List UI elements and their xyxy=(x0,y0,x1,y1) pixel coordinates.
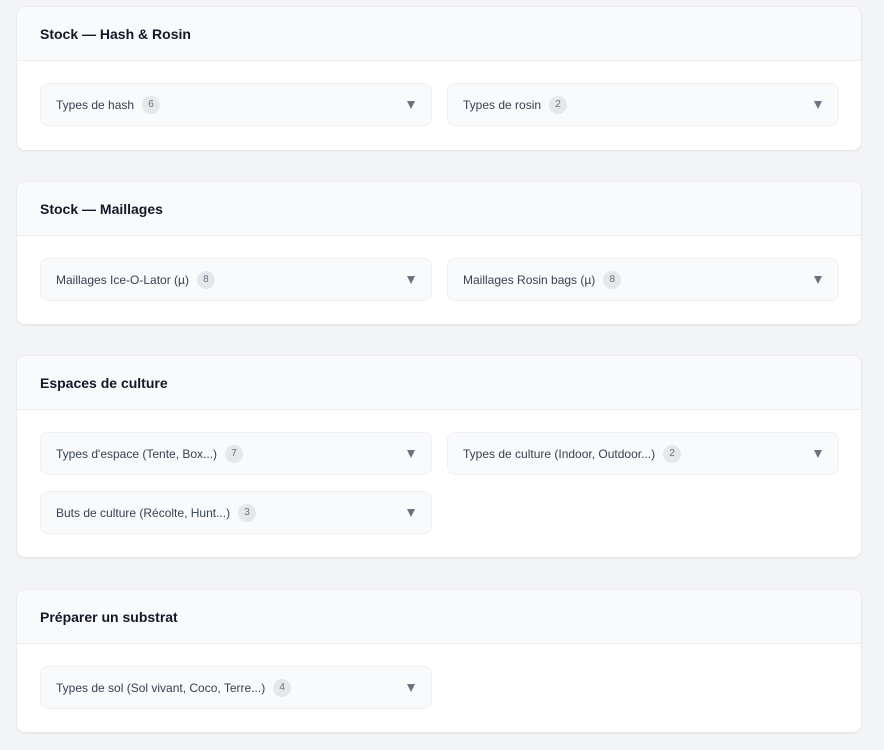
section-title: Stock — Hash & Rosin xyxy=(40,25,191,42)
list-item-types-de-rosin[interactable]: Types de rosin 2 xyxy=(447,83,839,126)
chevron-down-icon xyxy=(814,449,822,458)
list-item-types-de-sol[interactable]: Types de sol (Sol vivant, Coco, Terre...… xyxy=(40,666,432,709)
count-badge: 2 xyxy=(549,95,568,114)
list-item-label: Types d'espace (Tente, Box...) xyxy=(56,446,218,461)
chevron-down-icon xyxy=(407,449,415,458)
section-stock-maillages: Stock — Maillages Maillages Ice-O-Lator … xyxy=(17,182,861,324)
settings-page: Stock — Hash & Rosin Types de hash 6 Typ… xyxy=(0,0,884,750)
list-item-label: Types de culture (Indoor, Outdoor...) xyxy=(463,446,656,461)
chevron-down-icon xyxy=(814,100,822,109)
list-item-types-de-culture[interactable]: Types de culture (Indoor, Outdoor...) 2 xyxy=(447,432,839,475)
list-item-label: Types de hash xyxy=(56,97,135,112)
list-item-label: Maillages Rosin bags (µ) xyxy=(463,272,596,287)
count-badge: 8 xyxy=(196,270,215,289)
list-item-types-de-hash[interactable]: Types de hash 6 xyxy=(40,83,432,126)
count-badge: 3 xyxy=(238,503,257,522)
count-badge: 8 xyxy=(603,270,622,289)
section-title: Préparer un substrat xyxy=(40,608,178,625)
list-item-buts-de-culture[interactable]: Buts de culture (Récolte, Hunt...) 3 xyxy=(40,491,432,534)
chevron-down-icon xyxy=(407,508,415,517)
section-header: Espaces de culture xyxy=(17,356,861,410)
section-espaces-de-culture: Espaces de culture Types d'espace (Tente… xyxy=(17,356,861,557)
list-item-label: Types de rosin xyxy=(463,97,542,112)
section-title: Stock — Maillages xyxy=(40,200,163,217)
list-item-label: Buts de culture (Récolte, Hunt...) xyxy=(56,505,231,520)
count-badge: 4 xyxy=(273,678,292,697)
section-stock-hash-rosin: Stock — Hash & Rosin Types de hash 6 Typ… xyxy=(17,7,861,150)
chevron-down-icon xyxy=(407,100,415,109)
count-badge: 6 xyxy=(142,95,161,114)
list-item-label: Maillages Ice-O-Lator (µ) xyxy=(56,272,189,287)
chevron-down-icon xyxy=(407,683,415,692)
list-item-maillages-ice-o-lator[interactable]: Maillages Ice-O-Lator (µ) 8 xyxy=(40,258,432,301)
list-item-label: Types de sol (Sol vivant, Coco, Terre...… xyxy=(56,680,266,695)
list-item-types-d-espace[interactable]: Types d'espace (Tente, Box...) 7 xyxy=(40,432,432,475)
list-item-maillages-rosin-bags[interactable]: Maillages Rosin bags (µ) 8 xyxy=(447,258,839,301)
section-preparer-un-substrat: Préparer un substrat Types de sol (Sol v… xyxy=(17,590,861,732)
chevron-down-icon xyxy=(407,275,415,284)
count-badge: 2 xyxy=(663,444,682,463)
section-header: Stock — Hash & Rosin xyxy=(17,7,861,61)
section-title: Espaces de culture xyxy=(40,374,168,391)
count-badge: 7 xyxy=(225,444,244,463)
chevron-down-icon xyxy=(814,275,822,284)
section-header: Stock — Maillages xyxy=(17,182,861,236)
section-header: Préparer un substrat xyxy=(17,590,861,644)
